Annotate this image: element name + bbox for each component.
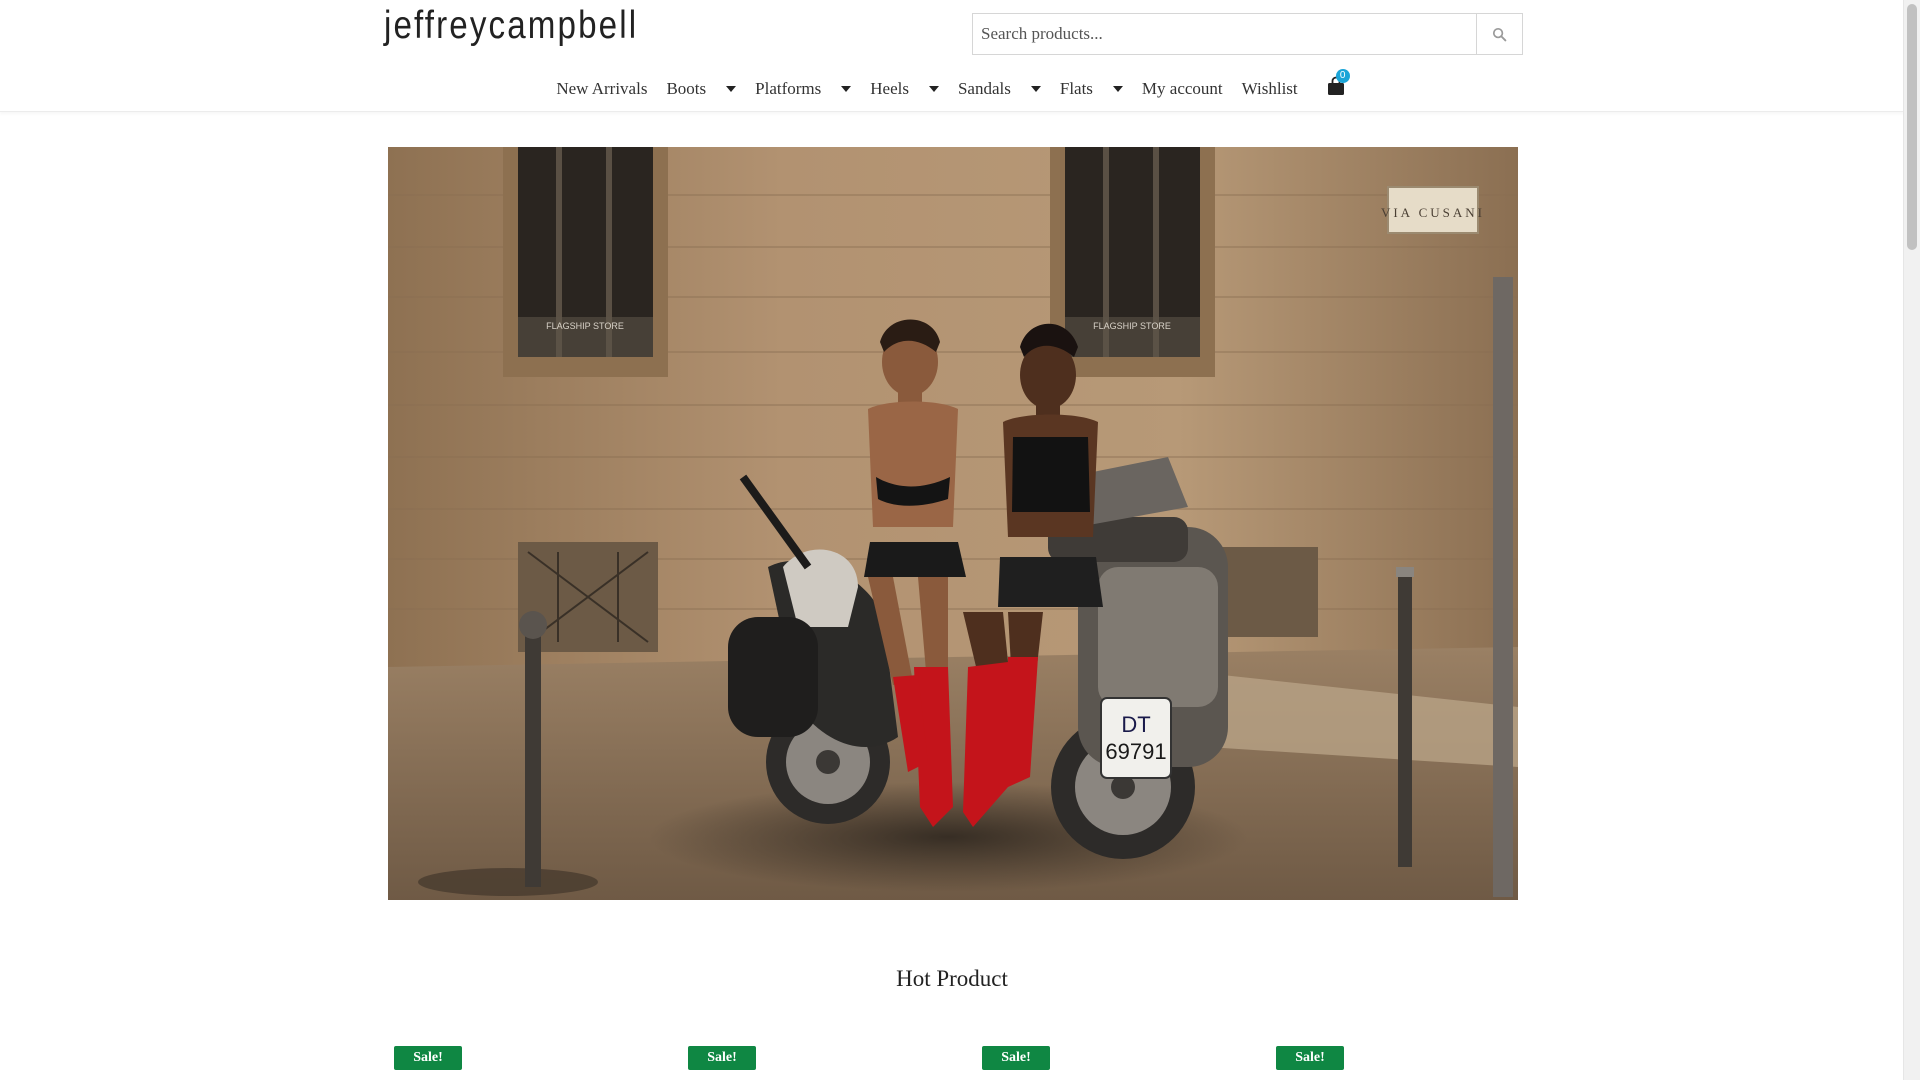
nav-item-cart[interactable]: 0 (1317, 69, 1350, 98)
caret-down-icon[interactable] (841, 86, 852, 92)
caret-down-icon[interactable] (1112, 86, 1123, 92)
search-input[interactable] (972, 13, 1476, 55)
caret-down-icon[interactable] (928, 86, 939, 92)
nav-item-platforms[interactable]: Platforms (755, 79, 852, 99)
main-navigation: New Arrivals Boots Platforms Heels Sanda… (0, 69, 1904, 106)
nav-item-label: My account (1141, 79, 1223, 98)
sale-badge: Sale! (1276, 1046, 1344, 1070)
nav-item-flats[interactable]: Flats (1060, 79, 1123, 99)
nav-item-label: Sandals (957, 79, 1011, 98)
product-search-form (972, 13, 1523, 55)
window-text-right: FLAGSHIP STORE (1093, 321, 1171, 331)
nav-item-heels[interactable]: Heels (870, 79, 939, 99)
caret-down-icon[interactable] (1030, 86, 1041, 92)
page: jeffreycampbell New Arrivals Boots (0, 0, 1904, 1080)
caret-down-icon[interactable] (726, 86, 737, 92)
window-text-left: FLAGSHIP STORE (546, 321, 624, 331)
site-header: jeffreycampbell New Arrivals Boots (0, 0, 1904, 112)
nav-item-label: Flats (1059, 79, 1093, 98)
wall-sign-text: VIA CUSANI (1381, 205, 1485, 220)
cart-count-badge: 0 (1335, 69, 1350, 83)
nav-item-boots[interactable]: Boots (666, 79, 737, 99)
hero-banner[interactable]: DT 69791 VIA CUSANI FLAGSHIP STORE FLAGS… (388, 147, 1518, 900)
plate-top-text: DT (1121, 712, 1150, 737)
nav-item-label: Heels (870, 79, 909, 98)
sale-badge: Sale! (688, 1046, 756, 1070)
plate-bottom-text: 69791 (1105, 739, 1166, 764)
sale-badge: Sale! (394, 1046, 462, 1070)
nav-item-new-arrivals[interactable]: New Arrivals (556, 79, 647, 99)
nav-item-my-account[interactable]: My account (1142, 79, 1223, 99)
nav-item-label: Wishlist (1241, 79, 1298, 98)
scrollbar-thumb[interactable] (1907, 4, 1917, 250)
nav-item-label: Platforms (755, 79, 822, 98)
nav-item-sandals[interactable]: Sandals (958, 79, 1041, 99)
page-scrollbar[interactable] (1903, 0, 1920, 1080)
section-title: Hot Product (896, 966, 1008, 991)
cart-link[interactable]: 0 (1326, 69, 1350, 98)
nav-item-label: Boots (666, 79, 707, 98)
nav-item-label: New Arrivals (556, 79, 648, 98)
site-logo[interactable]: jeffreycampbell (384, 4, 638, 48)
hero-image: DT 69791 VIA CUSANI FLAGSHIP STORE FLAGS… (388, 147, 1518, 900)
search-button[interactable] (1476, 13, 1523, 55)
search-icon (1492, 27, 1507, 41)
sale-badge: Sale! (982, 1046, 1050, 1070)
nav-item-wishlist[interactable]: Wishlist (1242, 79, 1298, 99)
